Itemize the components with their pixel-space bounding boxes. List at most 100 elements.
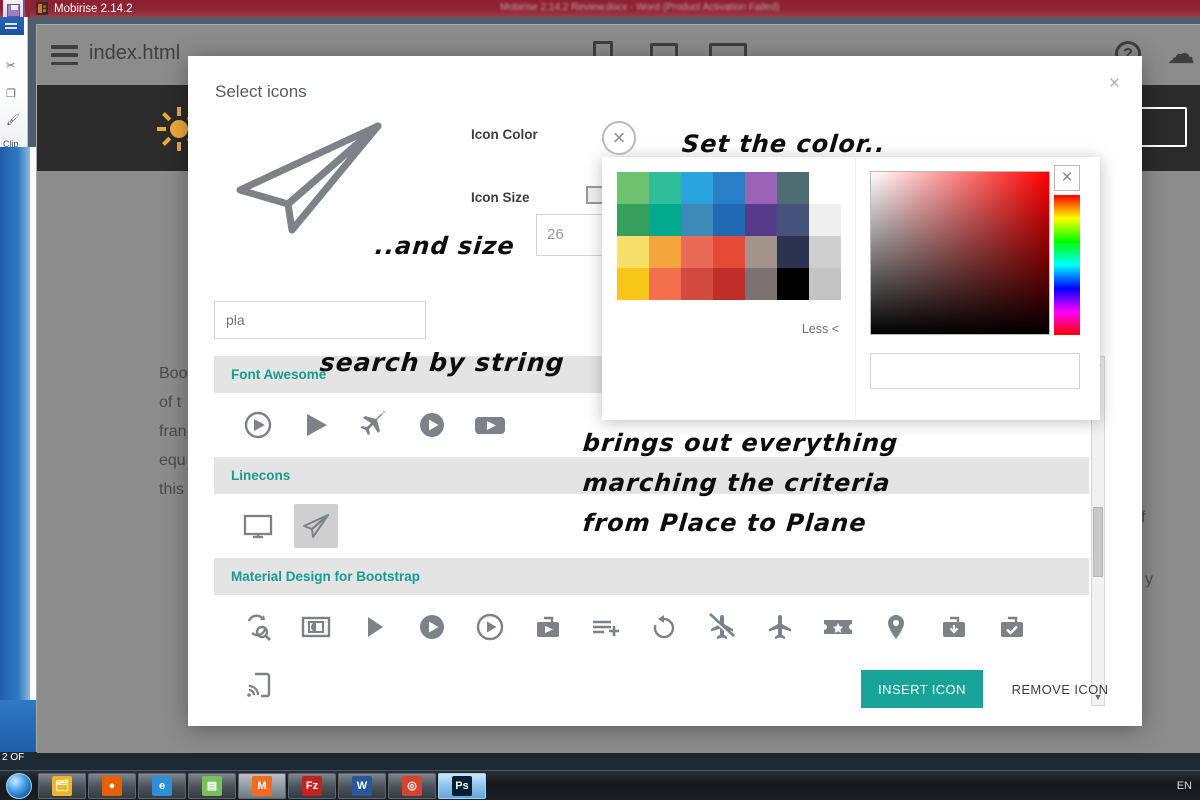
icon-group-label: Linecons bbox=[231, 468, 290, 483]
language-indicator[interactable]: EN bbox=[1177, 780, 1192, 792]
icon-color-label: Icon Color bbox=[471, 127, 538, 142]
photoshop-icon: Ps bbox=[452, 776, 472, 796]
taskbar-word[interactable]: W bbox=[338, 773, 386, 799]
snagit-icon: ◎ bbox=[402, 776, 422, 796]
folder-icon: 🗂 bbox=[52, 776, 72, 796]
color-swatch[interactable] bbox=[745, 204, 777, 236]
format-painter-icon[interactable]: 🖌 bbox=[6, 113, 20, 126]
color-swatch[interactable] bbox=[809, 268, 841, 300]
color-swatch[interactable] bbox=[617, 172, 649, 204]
color-swatch[interactable] bbox=[745, 172, 777, 204]
color-swatch[interactable] bbox=[777, 268, 809, 300]
taskbar-mobirise[interactable]: M bbox=[238, 773, 286, 799]
replay-icon[interactable] bbox=[642, 605, 686, 649]
color-swatch[interactable] bbox=[777, 172, 809, 204]
word-ribbon-tab[interactable] bbox=[0, 17, 24, 35]
display-monitor-icon[interactable] bbox=[236, 504, 280, 548]
cloud-upload-icon[interactable]: ☁ bbox=[1167, 41, 1195, 67]
windows-taskbar: 🗂 ●e▤MFzW ◎ Ps EN bbox=[0, 770, 1200, 800]
close-circle-icon[interactable]: × bbox=[602, 121, 636, 155]
taskbar-snagit[interactable]: ◎ bbox=[388, 773, 436, 799]
local-play-ticket-icon[interactable] bbox=[816, 605, 860, 649]
hex-color-input[interactable] bbox=[870, 353, 1080, 389]
color-swatch[interactable] bbox=[681, 268, 713, 300]
icon-group-label: Material Design for Bootstrap bbox=[231, 569, 420, 584]
hamburger-menu-icon[interactable] bbox=[51, 45, 78, 65]
taskbar-file-explorer[interactable]: 🗂 bbox=[38, 773, 86, 799]
custom-color-panel: × bbox=[856, 157, 1100, 420]
word-document-title: Mobirise 2.14.2 Review.docx - Word (Prod… bbox=[500, 2, 779, 13]
less-toggle-link[interactable]: Less < bbox=[802, 322, 839, 336]
playlist-add-icon[interactable] bbox=[584, 605, 628, 649]
business-case-download-icon[interactable] bbox=[932, 605, 976, 649]
color-swatch[interactable] bbox=[777, 204, 809, 236]
close-icon[interactable]: × bbox=[1109, 76, 1120, 92]
taskbar-firefox[interactable]: ● bbox=[88, 773, 136, 799]
taskbar-filezilla[interactable]: Fz bbox=[288, 773, 336, 799]
color-swatch[interactable] bbox=[681, 236, 713, 268]
color-swatch-panel: Less < bbox=[602, 157, 856, 420]
body-text-line: of t bbox=[159, 394, 181, 412]
color-swatch[interactable] bbox=[617, 236, 649, 268]
color-swatch[interactable] bbox=[681, 204, 713, 236]
plane-diagonal-icon[interactable] bbox=[352, 403, 396, 447]
color-swatch[interactable] bbox=[713, 236, 745, 268]
color-swatch[interactable] bbox=[617, 268, 649, 300]
color-swatch[interactable] bbox=[649, 236, 681, 268]
color-swatch[interactable] bbox=[777, 236, 809, 268]
windows-start-orb[interactable] bbox=[2, 772, 36, 800]
color-swatch[interactable] bbox=[617, 204, 649, 236]
word-page-status: 2 OF bbox=[2, 752, 24, 763]
mobirise-icon bbox=[36, 2, 48, 15]
dialog-title: Select icons bbox=[215, 82, 307, 102]
saturation-value-field[interactable] bbox=[870, 171, 1050, 335]
icon-size-label: Icon Size bbox=[471, 190, 530, 205]
brightness-panel-icon[interactable] bbox=[294, 605, 338, 649]
icon-size-input[interactable]: 26 bbox=[536, 214, 606, 256]
color-swatch-grid[interactable] bbox=[617, 172, 841, 300]
play-circle-solid-icon[interactable] bbox=[410, 403, 454, 447]
play-circle-outline-icon[interactable] bbox=[468, 605, 512, 649]
close-icon[interactable]: × bbox=[1054, 165, 1080, 191]
hue-slider[interactable] bbox=[1054, 195, 1080, 335]
play-arrow-icon[interactable] bbox=[352, 605, 396, 649]
page-title: index.html bbox=[89, 42, 180, 65]
remove-icon-button[interactable]: REMOVE ICON bbox=[1000, 670, 1120, 708]
color-swatch[interactable] bbox=[809, 236, 841, 268]
autorenew-search-icon[interactable] bbox=[236, 605, 280, 649]
play-circle-filled-icon[interactable] bbox=[410, 605, 454, 649]
taskbar-window-tab-mobirise[interactable]: Mobirise 2.14.2 bbox=[28, 0, 141, 17]
color-swatch[interactable] bbox=[681, 172, 713, 204]
color-swatch[interactable] bbox=[745, 268, 777, 300]
slideshow-case-icon[interactable] bbox=[526, 605, 570, 649]
taskbar-photoshop[interactable]: Ps bbox=[438, 773, 486, 799]
copy-icon[interactable]: ❐ bbox=[6, 87, 16, 100]
taskbar-notepad-editor[interactable]: ▤ bbox=[188, 773, 236, 799]
scissors-icon[interactable]: ✂ bbox=[6, 59, 15, 72]
annotation-set-color: Set the color.. bbox=[681, 130, 887, 158]
color-swatch[interactable] bbox=[713, 204, 745, 236]
scrollbar-thumb[interactable] bbox=[1093, 507, 1103, 577]
play-solid-icon[interactable] bbox=[294, 403, 338, 447]
color-swatch[interactable] bbox=[649, 204, 681, 236]
color-swatch[interactable] bbox=[649, 268, 681, 300]
color-swatch[interactable] bbox=[809, 172, 841, 204]
tap-and-play-icon[interactable] bbox=[236, 663, 280, 706]
paper-plane-icon[interactable] bbox=[294, 504, 338, 548]
place-pin-icon[interactable] bbox=[874, 605, 918, 649]
airplanemode-off-icon[interactable] bbox=[700, 605, 744, 649]
color-swatch[interactable] bbox=[745, 236, 777, 268]
color-swatch[interactable] bbox=[713, 268, 745, 300]
color-swatch[interactable] bbox=[809, 204, 841, 236]
taskbar-internet-explorer[interactable]: e bbox=[138, 773, 186, 799]
icon-group-header-material-design: Material Design for Bootstrap bbox=[214, 558, 1089, 595]
color-swatch[interactable] bbox=[713, 172, 745, 204]
search-input[interactable]: pla bbox=[214, 301, 426, 339]
airplanemode-on-icon[interactable] bbox=[758, 605, 802, 649]
play-circle-outline-icon[interactable] bbox=[236, 403, 280, 447]
work-case-check-icon[interactable] bbox=[990, 605, 1034, 649]
taskbar-items: 🗂 ●e▤MFzW ◎ Ps bbox=[36, 773, 486, 799]
youtube-play-icon[interactable] bbox=[468, 403, 512, 447]
color-swatch[interactable] bbox=[649, 172, 681, 204]
insert-icon-button[interactable]: INSERT ICON bbox=[861, 670, 983, 708]
